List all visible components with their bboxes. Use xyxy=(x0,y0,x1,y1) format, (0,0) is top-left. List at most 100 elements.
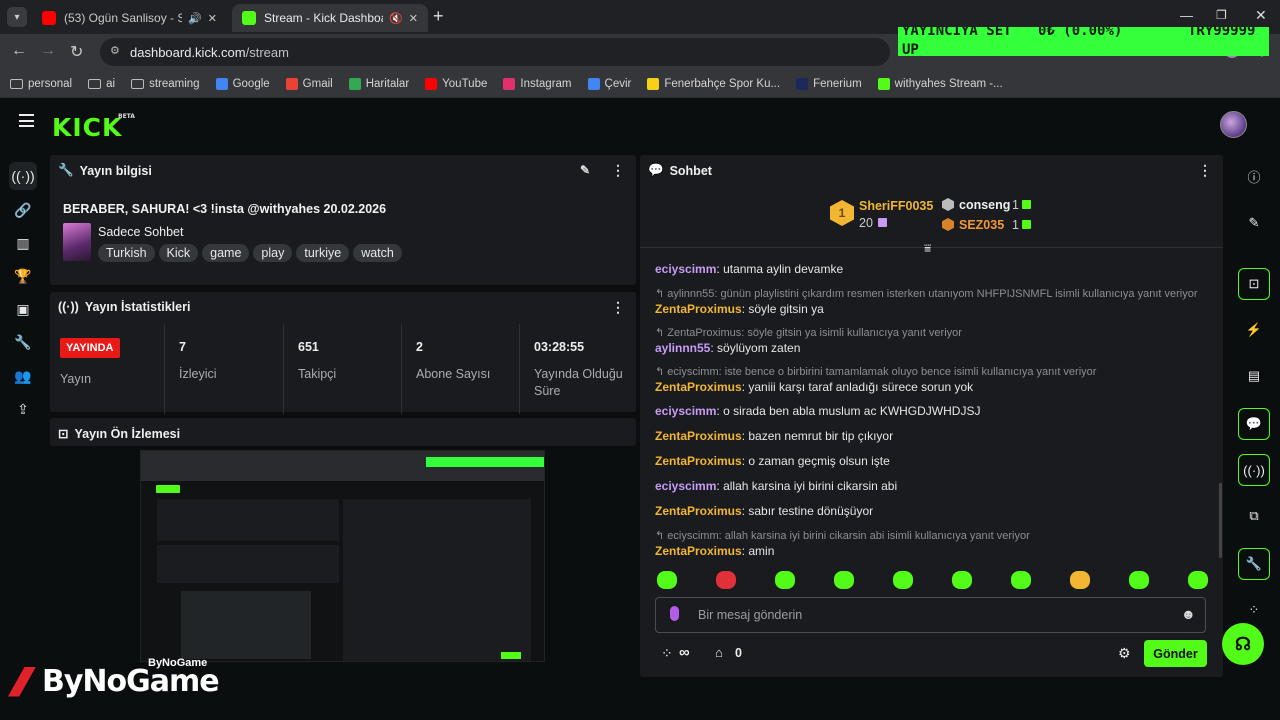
kick-logo[interactable]: KICK BETA xyxy=(52,113,135,142)
chat-settings-icon[interactable]: ⚙ xyxy=(1118,645,1131,662)
chat-toggle-icon[interactable]: 💬 xyxy=(1238,408,1270,440)
nav-upload-icon[interactable]: ⇪ xyxy=(9,395,37,423)
bookmark-4[interactable]: Gmail xyxy=(285,77,333,90)
muted-speaker-icon[interactable]: 🔇 xyxy=(389,12,403,25)
emoji-picker-icon[interactable]: ☻ xyxy=(1181,606,1196,622)
url-field[interactable]: ⚙ dashboard.kick.com/stream xyxy=(100,38,890,66)
bookmark-10[interactable]: Fenerium xyxy=(796,77,862,90)
reply-context[interactable]: ↰ eciyscimm: iste bence o birbirini tama… xyxy=(655,365,1096,378)
emote-icon[interactable] xyxy=(952,571,972,589)
leaderboard-first-name[interactable]: SheriFF0035 xyxy=(859,199,933,213)
bookmark-1[interactable]: ai xyxy=(88,78,115,90)
emote-icon[interactable] xyxy=(834,571,854,589)
bookmark-9[interactable]: Fenerbahçe Spor Ku... xyxy=(647,77,780,90)
category-thumbnail[interactable] xyxy=(63,223,91,261)
emote-icon[interactable] xyxy=(657,571,677,589)
reply-context[interactable]: ↰ eciyscimm: allah karsina iyi birini ci… xyxy=(655,529,1030,542)
nav-link-icon[interactable]: 🔗 xyxy=(9,196,37,224)
broadcast-toggle-icon[interactable]: ((·)) xyxy=(1238,454,1270,486)
tag-pill[interactable]: watch xyxy=(353,244,402,262)
chat-username[interactable]: eciyscimm xyxy=(655,404,716,418)
preview-toggle-icon[interactable]: ⊡ xyxy=(1238,268,1270,300)
info-icon[interactable]: ⓘ xyxy=(1238,160,1270,192)
leaderboard-second-name[interactable]: conseng xyxy=(959,198,1010,212)
back-arrow-icon[interactable]: ← xyxy=(11,42,27,60)
category-name[interactable]: Sadece Sohbet xyxy=(98,225,184,239)
window-close-button[interactable]: ✕ xyxy=(1255,7,1267,24)
minimize-button[interactable]: — xyxy=(1180,8,1193,23)
chat-username[interactable]: ZentaProximus xyxy=(655,302,742,316)
chat-username[interactable]: ZentaProximus xyxy=(655,504,742,518)
reply-context[interactable]: ↰ ZentaProximus: söyle gitsin ya isimli … xyxy=(655,326,962,339)
microphone-icon[interactable] xyxy=(670,606,679,621)
restore-button[interactable]: ❐ xyxy=(1216,8,1227,22)
tab-youtube[interactable]: (53) Ogün Sanlisoy - Saydin 🔊 ✕ xyxy=(32,4,227,32)
tab-close-icon[interactable]: ✕ xyxy=(409,12,418,25)
tag-pill[interactable]: Turkish xyxy=(98,244,155,262)
emote-icon[interactable] xyxy=(1129,571,1149,589)
emote-icon[interactable] xyxy=(893,571,913,589)
support-headset-button[interactable]: ☊ xyxy=(1222,623,1264,665)
reply-context[interactable]: ↰ aylinnn55: günün playlistini çıkardım … xyxy=(655,287,1198,300)
chat-username[interactable]: ZentaProximus xyxy=(655,429,742,443)
chat-username[interactable]: ZentaProximus xyxy=(655,454,742,468)
stream-preview-video[interactable] xyxy=(140,450,545,662)
more-tools-icon[interactable]: ⁘ xyxy=(1238,594,1270,626)
tab-list-dropdown-icon[interactable]: ▾ xyxy=(7,7,27,27)
nav-analytics-icon[interactable]: ▥ xyxy=(9,229,37,257)
bookmark-6[interactable]: YouTube xyxy=(425,77,487,90)
tab-close-icon[interactable]: ✕ xyxy=(208,12,217,25)
notes-icon[interactable]: ▤ xyxy=(1238,360,1270,392)
edit-pencil-icon[interactable]: ✎ xyxy=(580,163,590,177)
stream-info-menu-icon[interactable]: ⋮ xyxy=(611,162,625,179)
bookmark-11[interactable]: withyahes Stream -... xyxy=(877,77,1003,90)
chat-scrollbar[interactable] xyxy=(1219,483,1222,558)
chat-username[interactable]: ZentaProximus xyxy=(655,380,742,394)
collapse-leaderboard-icon[interactable]: ⩸ xyxy=(924,241,931,256)
tag-pill[interactable]: game xyxy=(202,244,250,262)
tag-pill[interactable]: turkiye xyxy=(296,244,350,262)
chat-username[interactable]: eciyscimm xyxy=(655,262,716,276)
bookmark-8[interactable]: Çevir xyxy=(587,77,631,90)
reload-icon[interactable]: ↻ xyxy=(70,42,83,62)
emote-icon[interactable] xyxy=(1070,571,1090,589)
bookmark-3[interactable]: Google xyxy=(215,77,270,90)
leaderboard-third-name[interactable]: SEZ035 xyxy=(959,218,1004,232)
bookmark-2[interactable]: streaming xyxy=(131,78,200,90)
chat-username[interactable]: ZentaProximus xyxy=(655,544,742,558)
user-avatar[interactable] xyxy=(1220,111,1247,138)
chat-username[interactable]: eciyscimm xyxy=(655,479,716,493)
nav-trophy-icon[interactable]: 🏆 xyxy=(9,262,37,290)
preview-send-button xyxy=(501,652,521,659)
speaker-icon[interactable]: 🔊 xyxy=(188,12,202,25)
mod-view-icon[interactable]: ⧉ xyxy=(1238,500,1270,532)
nav-tools-icon[interactable]: 🔧 xyxy=(9,328,37,356)
stream-stats-menu-icon[interactable]: ⋮ xyxy=(611,299,625,316)
chat-username[interactable]: aylinnn55 xyxy=(655,341,710,355)
emote-icon[interactable] xyxy=(1011,571,1031,589)
send-button[interactable]: Gönder xyxy=(1144,640,1207,667)
bookmark-7[interactable]: Instagram xyxy=(503,77,572,90)
chat-menu-icon[interactable]: ⋮ xyxy=(1198,162,1212,179)
nav-video-icon[interactable]: ▣ xyxy=(9,295,37,323)
emote-icon[interactable] xyxy=(716,571,736,589)
forward-arrow-icon[interactable]: → xyxy=(40,42,56,60)
bookmark-0[interactable]: personal xyxy=(10,78,72,90)
emote-icon[interactable] xyxy=(1188,571,1208,589)
nav-stream-icon[interactable]: ((·)) xyxy=(9,162,37,190)
lightning-icon[interactable]: ⚡ xyxy=(1238,314,1270,346)
nav-users-icon[interactable]: 👥 xyxy=(9,362,37,390)
new-tab-button[interactable]: + xyxy=(433,6,444,27)
emote-icon[interactable] xyxy=(775,571,795,589)
tag-pill[interactable]: Kick xyxy=(158,244,199,262)
chat-input-field[interactable]: Bir mesaj gönderin ☻ xyxy=(655,597,1206,633)
hamburger-menu-icon[interactable] xyxy=(19,114,34,127)
store-icon[interactable]: ⌂ xyxy=(715,645,723,660)
edit-icon[interactable]: ✎ xyxy=(1238,207,1270,239)
site-info-icon[interactable]: ⚙ xyxy=(110,44,120,57)
tools-toggle-icon[interactable]: 🔧 xyxy=(1238,548,1270,580)
points-icon[interactable]: ⁘ xyxy=(661,645,673,662)
tag-pill[interactable]: play xyxy=(253,244,293,262)
bookmark-5[interactable]: Haritalar xyxy=(348,77,409,90)
tab-kick-dashboard[interactable]: Stream - Kick Dashboard 🔇 ✕ xyxy=(232,4,428,32)
